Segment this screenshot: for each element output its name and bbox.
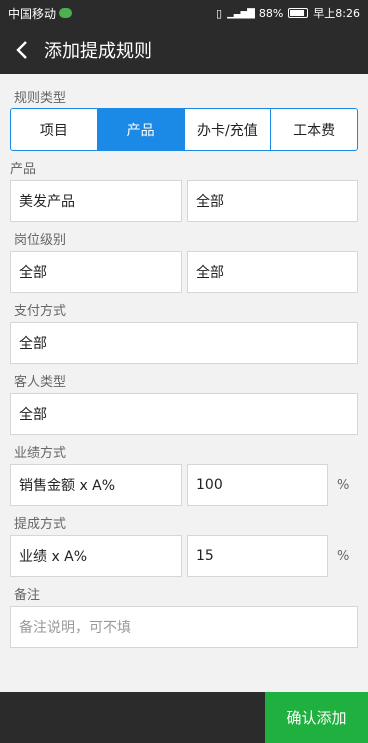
- carrier-group: 中国移动: [8, 5, 73, 22]
- battery-percent: 88%: [258, 6, 284, 20]
- chevron-left-icon: [16, 41, 27, 59]
- commission-label: 提成方式: [14, 517, 67, 532]
- clock: 早上8:26: [313, 7, 360, 20]
- confirm-add-button[interactable]: 确认添加: [265, 692, 368, 743]
- commission-unit: %: [337, 549, 350, 564]
- battery-icon: [288, 8, 309, 18]
- position-level-select[interactable]: 全部: [187, 251, 358, 293]
- rule-type-option-card[interactable]: 办卡/充值: [185, 109, 272, 150]
- payment-label: 支付方式: [14, 304, 67, 319]
- rule-type-label: 规则类型: [14, 91, 67, 106]
- performance-formula-select[interactable]: 销售金额 x A%: [10, 464, 182, 506]
- commission-formula-select[interactable]: 业绩 x A%: [10, 535, 182, 577]
- rule-type-option-product[interactable]: 产品: [97, 109, 185, 150]
- page-title: 添加提成规则: [44, 41, 152, 62]
- vibrate-icon: ▯: [216, 6, 223, 20]
- status-right: ▯ ▁▃▅▇ 88% 早上8:26: [216, 5, 360, 21]
- position-post-select[interactable]: 全部: [10, 251, 182, 293]
- performance-label: 业绩方式: [14, 446, 67, 461]
- nav-bar: 添加提成规则: [0, 26, 368, 74]
- customer-label: 客人类型: [14, 375, 67, 390]
- rule-type-option-fee[interactable]: 工本费: [271, 109, 357, 150]
- position-label: 岗位级别: [14, 233, 67, 248]
- product-item-select[interactable]: 全部: [187, 180, 358, 222]
- signal-icon: ▁▃▅▇: [227, 7, 255, 19]
- performance-value-input[interactable]: 100: [187, 464, 328, 506]
- footer-bar: 确认添加: [0, 692, 368, 743]
- remark-label: 备注: [14, 588, 41, 603]
- commission-value-input[interactable]: 15: [187, 535, 328, 577]
- rule-type-option-project[interactable]: 项目: [11, 109, 98, 150]
- product-category-select[interactable]: 美发产品: [10, 180, 182, 222]
- performance-unit: %: [337, 478, 350, 493]
- carrier-name: 中国移动: [8, 6, 57, 21]
- payment-select[interactable]: 全部: [10, 322, 358, 364]
- product-label: 产品: [10, 162, 37, 177]
- form: 规则类型 项目 产品 办卡/充值 工本费 产品 美发产品 全部 岗位级别 全部 …: [0, 74, 368, 692]
- customer-type-select[interactable]: 全部: [10, 393, 358, 435]
- status-bar: 中国移动 ▯ ▁▃▅▇ 88% 早上8:26: [0, 0, 368, 26]
- rule-type-selector: 项目 产品 办卡/充值 工本费: [10, 108, 358, 151]
- remark-input[interactable]: 备注说明，可不填: [10, 606, 358, 648]
- wechat-icon: [59, 8, 73, 18]
- back-button[interactable]: [0, 26, 44, 74]
